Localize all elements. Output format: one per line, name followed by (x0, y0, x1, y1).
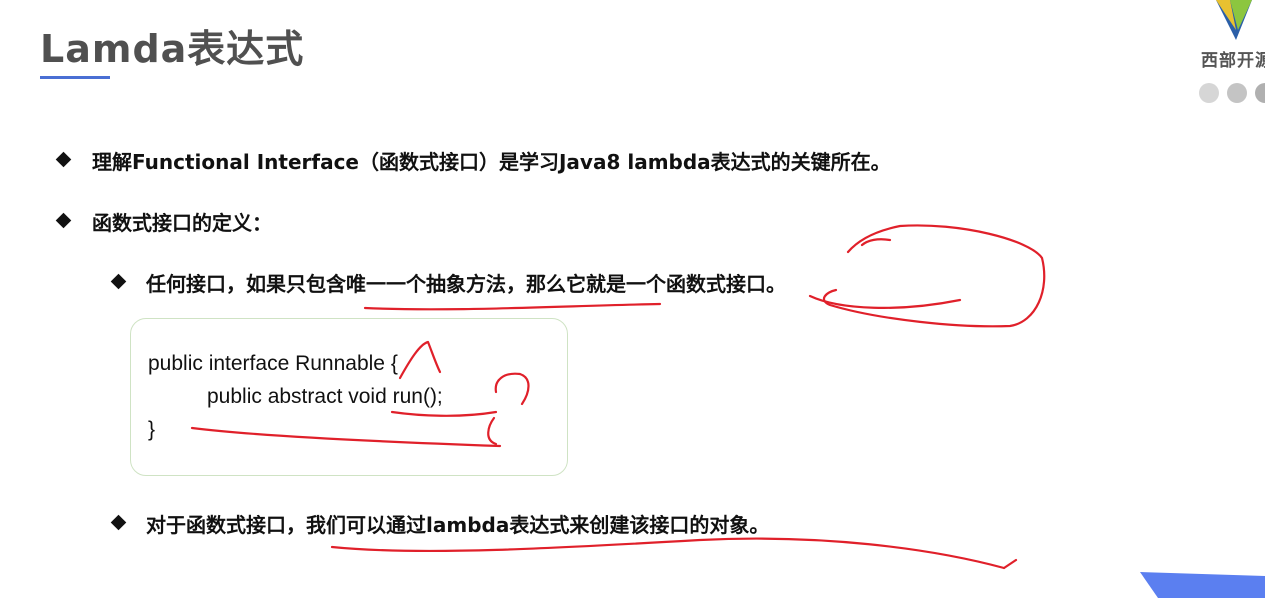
logo-text: 西部开源 (1201, 51, 1265, 71)
diamond-bullet-icon (110, 273, 127, 290)
title-underline (40, 76, 110, 79)
diamond-bullet-icon (55, 151, 72, 168)
code-line-1: public interface Runnable { (148, 352, 398, 375)
bullet-lambda-create: 对于函数式接口，我们可以通过lambda表达式来创建该接口的对象。 (146, 513, 770, 537)
slide-title: Lamda表达式 (40, 27, 305, 71)
bullet-definition: 函数式接口的定义： (92, 211, 272, 235)
diamond-bullet-icon (55, 212, 72, 229)
code-line-2: public abstract void run(); (207, 385, 443, 408)
decorative-corner-shape (1140, 572, 1265, 598)
bullet-single-abstract-method: 任何接口，如果只包含唯一一个抽象方法，那么它就是一个函数式接口。 (146, 272, 786, 296)
bullet-functional-interface: 理解Functional Interface（函数式接口）是学习Java8 la… (92, 150, 891, 174)
diamond-bullet-icon (110, 514, 127, 531)
code-line-3: } (148, 418, 156, 441)
